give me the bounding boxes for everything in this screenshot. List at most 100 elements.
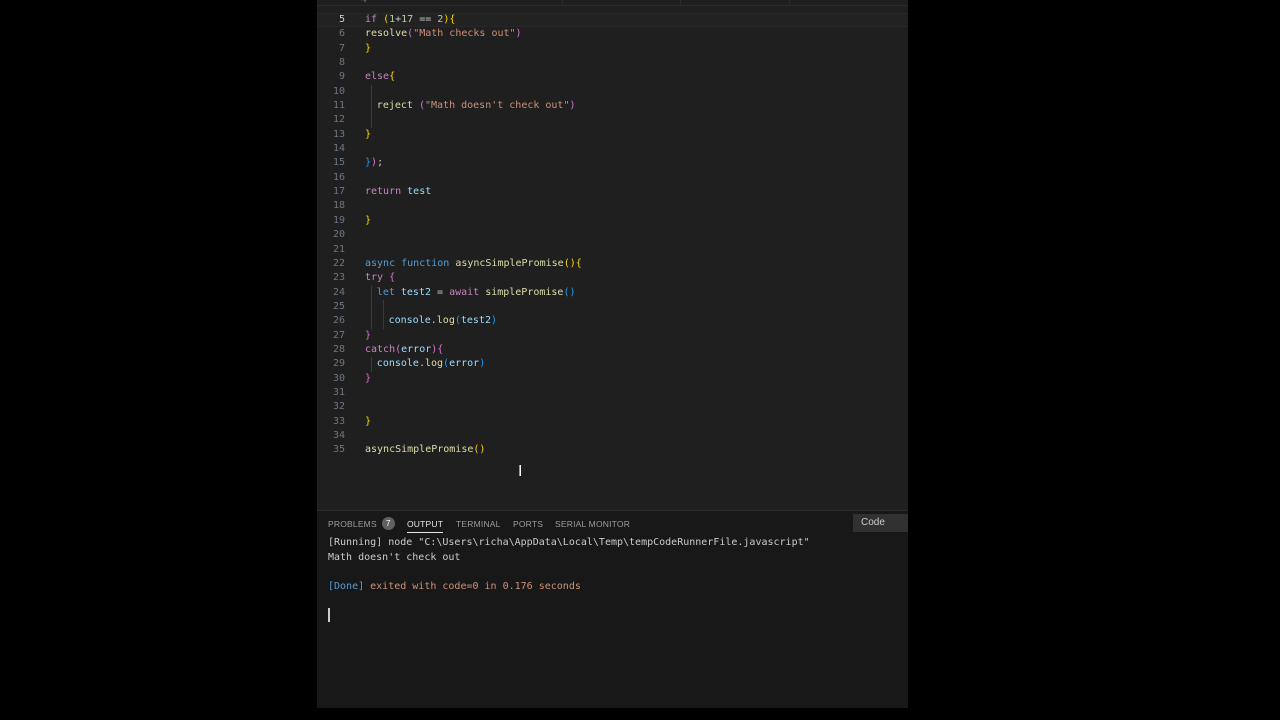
- code-line[interactable]: 29 console.log(error): [317, 357, 908, 372]
- code-lines[interactable]: 5 if (1+17 == 2){6 resolve("Math checks ou…: [317, 13, 908, 458]
- line-code: try {: [365, 271, 395, 285]
- code-line[interactable]: 24 let test2 = await simplePromise(): [317, 285, 908, 300]
- code-token: function: [401, 257, 456, 269]
- output-channel-select[interactable]: Code: [853, 514, 908, 532]
- code-editor[interactable]: 4 5 if (1+17 == 2){6 resolve("Math checks …: [317, 0, 908, 510]
- code-line[interactable]: 22 async function asyncSimplePromise(){: [317, 257, 908, 271]
- code-token: test: [407, 186, 432, 198]
- done-tag: [Done]: [328, 580, 365, 592]
- tab-terminal[interactable]: TERMINAL: [456, 518, 501, 532]
- code-line[interactable]: 8: [317, 56, 908, 70]
- code-line[interactable]: 27}: [317, 329, 908, 343]
- line-code: }: [365, 42, 371, 56]
- code-token: simplePromise: [485, 286, 564, 298]
- line-code: if (1+17 == 2){: [365, 13, 455, 27]
- code-token: (): [563, 257, 576, 269]
- line-code: }: [365, 128, 371, 142]
- line-number: 7: [338, 42, 345, 54]
- line-number: 10: [332, 85, 345, 97]
- line-number: 26: [332, 315, 345, 327]
- code-token: test2: [460, 315, 491, 327]
- code-line[interactable]: 11 reject ("Math doesn't check out"): [317, 99, 908, 114]
- code-line[interactable]: 23 try {: [317, 271, 908, 285]
- tab-output[interactable]: OUTPUT: [407, 518, 444, 533]
- code-line[interactable]: 17 return test: [317, 185, 908, 199]
- code-token: catch: [365, 343, 396, 355]
- code-line[interactable]: 10: [317, 84, 908, 100]
- line-number: 25: [332, 300, 345, 312]
- line-code: async function asyncSimplePromise(){: [365, 257, 582, 271]
- code-line[interactable]: 20: [317, 228, 908, 242]
- code-line[interactable]: 16: [317, 171, 908, 185]
- code-token: test2: [400, 286, 431, 298]
- code-token: ): [479, 358, 486, 370]
- line-number: 22: [332, 257, 345, 269]
- code-line[interactable]: 28 catch(error){: [317, 343, 908, 357]
- code-token: "Math checks out": [413, 28, 516, 40]
- code-line[interactable]: 9 else{: [317, 70, 908, 84]
- indent-guide: [382, 299, 384, 315]
- line-code: }: [365, 372, 371, 386]
- tab-problems[interactable]: PROBLEMS 7: [328, 517, 395, 532]
- code-line[interactable]: 25: [317, 299, 908, 315]
- code-line[interactable]: 32: [317, 400, 908, 414]
- code-line[interactable]: 34: [317, 429, 908, 443]
- line-number: 34: [332, 429, 345, 441]
- indent-guide: [370, 357, 372, 372]
- line-number: 24: [332, 286, 345, 298]
- code-token: }: [365, 214, 372, 226]
- code-line[interactable]: 19}: [317, 214, 908, 228]
- code-token: reject: [376, 100, 413, 112]
- line-code: asyncSimplePromise(): [365, 443, 485, 457]
- line-number: 31: [332, 386, 345, 398]
- text-ibeam-icon: I: [518, 462, 523, 480]
- code-line[interactable]: 7}: [317, 42, 908, 56]
- output-done-line: [Done] exited with code=0 in 0.176 secon…: [328, 580, 898, 595]
- code-token: }: [365, 329, 372, 341]
- code-line[interactable]: 31: [317, 386, 908, 400]
- output-result-line: Math doesn't check out: [328, 551, 461, 563]
- line-code: reject ("Math doesn't check out"): [377, 99, 576, 113]
- code-line[interactable]: 21: [317, 243, 908, 257]
- tab-serial-monitor[interactable]: SERIAL MONITOR: [555, 518, 630, 532]
- code-line[interactable]: 5 if (1+17 == 2){: [317, 13, 908, 28]
- code-token: 17: [401, 14, 414, 25]
- line-number: 35: [332, 444, 345, 456]
- code-line[interactable]: 13}: [317, 128, 908, 142]
- divider: [789, 0, 790, 5]
- indent-guide: [370, 84, 372, 100]
- code-line[interactable]: 6 resolve("Math checks out"): [317, 27, 908, 41]
- code-token: asyncSimplePromise: [365, 444, 474, 456]
- output-blank-line: [328, 565, 898, 580]
- tab-ports[interactable]: PORTS: [513, 518, 543, 532]
- code-token: log: [436, 315, 455, 327]
- divider: [680, 0, 681, 5]
- indent-guide: [370, 285, 372, 300]
- code-token: console: [376, 358, 419, 370]
- line-number: 18: [332, 200, 345, 212]
- code-line[interactable]: 12: [317, 113, 908, 128]
- line-code: }: [365, 214, 371, 228]
- code-line[interactable]: 33}: [317, 415, 908, 429]
- divider: [562, 0, 563, 5]
- code-token: {: [575, 257, 582, 269]
- code-line[interactable]: 18: [317, 199, 908, 213]
- code-token: error: [401, 343, 432, 355]
- line-number: 21: [332, 243, 345, 255]
- output-running-line: [Running] node "C:\Users\richa\AppData\L…: [328, 537, 810, 548]
- code-line[interactable]: 26 console.log(test2): [317, 314, 908, 329]
- code-line[interactable]: 35 asyncSimplePromise(): [317, 443, 908, 457]
- code-line[interactable]: 14: [317, 142, 908, 156]
- line-number: 11: [332, 100, 345, 112]
- output-log[interactable]: [Running] node "C:\Users\richa\AppData\L…: [328, 536, 898, 594]
- code-token: =: [431, 286, 450, 298]
- code-line[interactable]: 15});: [317, 156, 908, 170]
- code-line[interactable]: 30}: [317, 372, 908, 386]
- editor-top-border: [317, 0, 908, 6]
- line-code: console.log(test2): [389, 314, 497, 328]
- code-token: if: [365, 14, 384, 25]
- line-number: 8: [338, 57, 345, 69]
- code-token: }: [365, 415, 372, 427]
- code-token: }: [365, 128, 372, 140]
- code-token: ): [490, 315, 498, 327]
